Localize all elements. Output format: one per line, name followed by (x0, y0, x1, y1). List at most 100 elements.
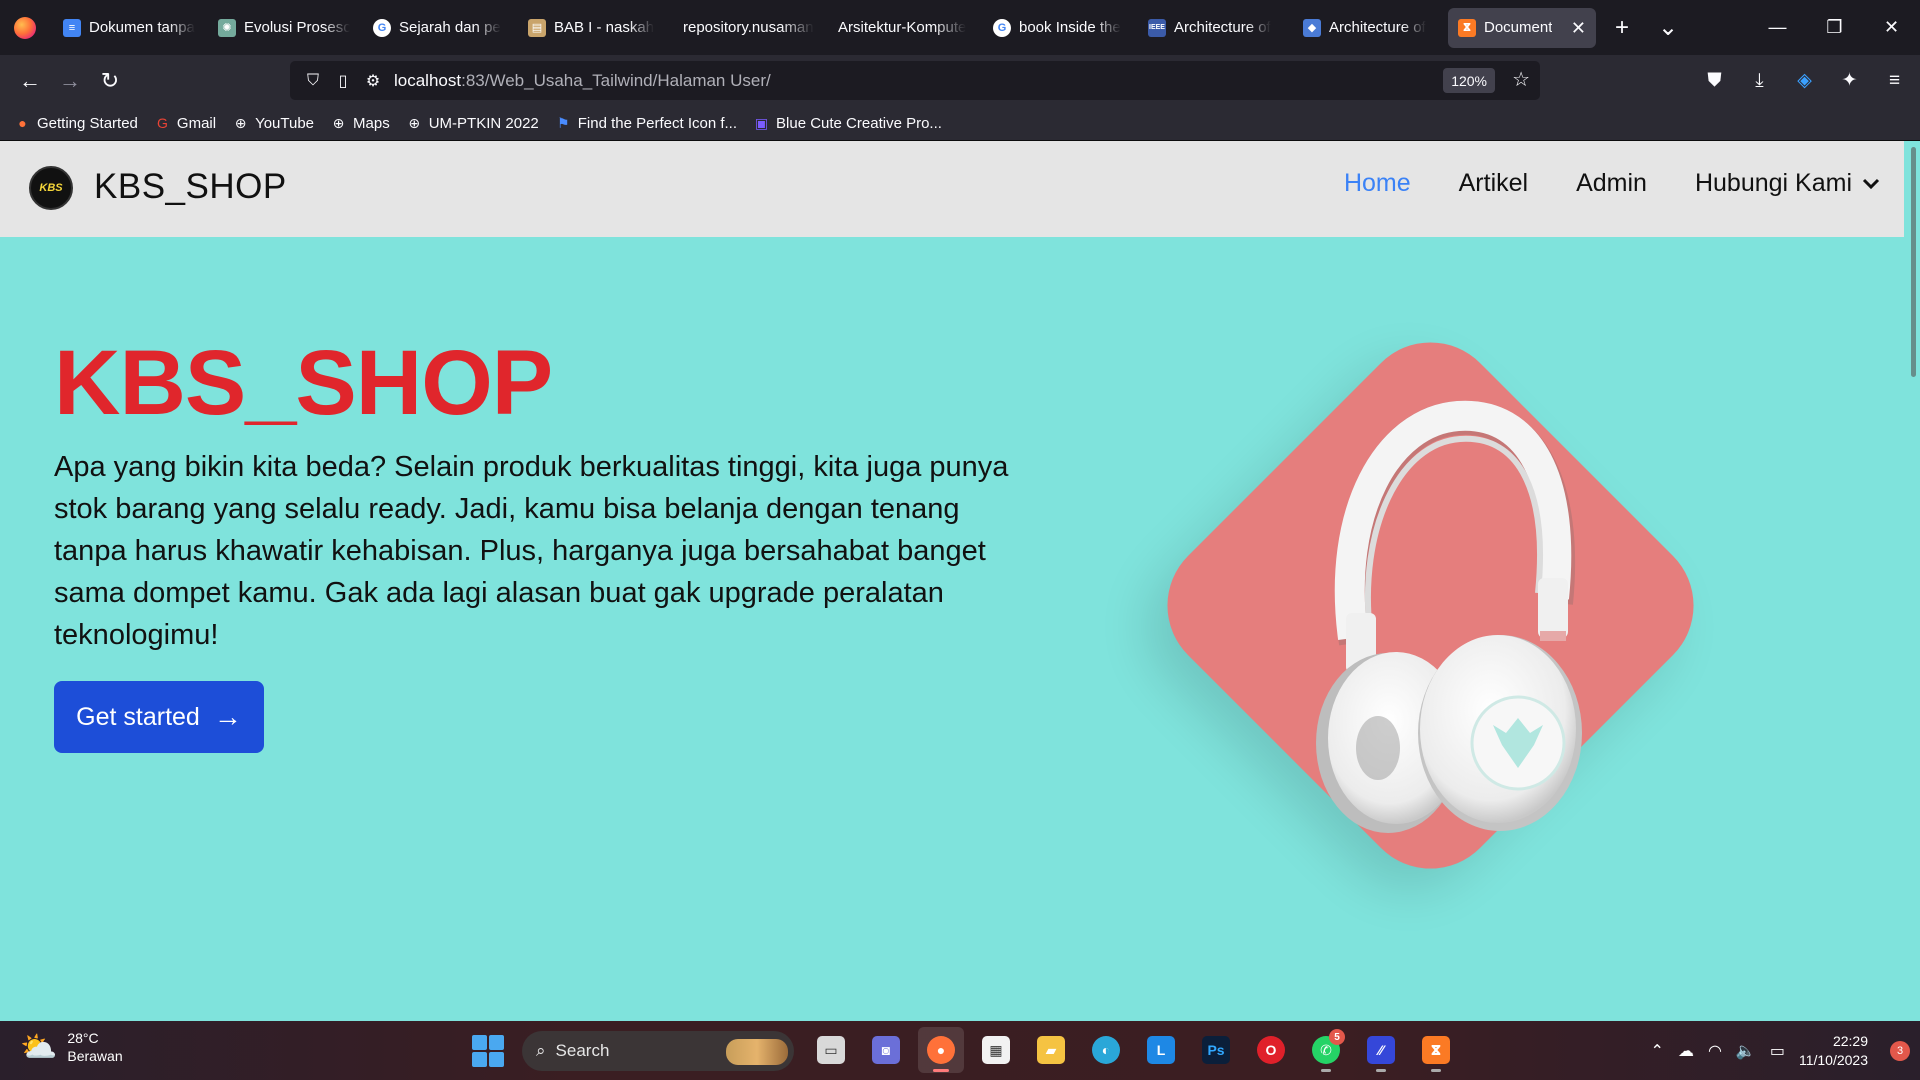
pen-app-app[interactable]: ⁄⁄ (1358, 1027, 1404, 1073)
pen-app-icon: ⁄⁄ (1367, 1036, 1395, 1064)
downloads-icon[interactable]: ⤓ (1742, 63, 1777, 98)
weather-temp: 28°C (67, 1030, 99, 1046)
tab-5[interactable]: Arsitektur-Kompute (828, 8, 980, 48)
diamond-site-icon: ◆ (1303, 18, 1321, 37)
microsoft-store-app[interactable]: ▦ (973, 1027, 1019, 1073)
file-explorer-app[interactable]: ▰ (1028, 1027, 1074, 1073)
tab-6[interactable]: Gbook Inside the (983, 8, 1135, 48)
list-all-tabs-button[interactable]: ⌄ (1648, 8, 1688, 48)
get-started-label: Get started (76, 702, 200, 731)
hamburger-menu-icon[interactable]: ≡ (1877, 63, 1912, 98)
minimize-icon[interactable]: — (1749, 0, 1806, 55)
tab-8[interactable]: ◆ Architecture of (1293, 8, 1445, 48)
xampp-app[interactable]: ⴵ (1413, 1027, 1459, 1073)
taskbar-search[interactable]: ⌕ Search (522, 1031, 794, 1071)
tab-title: Document (1484, 19, 1553, 36)
nav-admin[interactable]: Admin (1576, 169, 1647, 198)
close-tab-icon[interactable]: ✕ (1571, 18, 1586, 39)
bookmark-2[interactable]: ⊕ YouTube (232, 115, 314, 132)
tab-4[interactable]: repository.nusaman (673, 8, 825, 48)
google-icon: G (373, 18, 391, 37)
google-icon: G (993, 18, 1011, 37)
browser-toolbar: ← → ↻ ⛉ ▯ ⚙ localhost:83/Web_Usaha_Tailw… (0, 55, 1920, 106)
tab-title: Sejarah dan pe (399, 19, 501, 36)
teams-meet-app[interactable]: ◙ (863, 1027, 909, 1073)
opera-app[interactable]: O (1248, 1027, 1294, 1073)
onedrive-cloud-icon[interactable]: ☁ (1678, 1041, 1694, 1061)
tab-active[interactable]: ⴵ Document ✕ (1448, 7, 1596, 48)
google-icon: G (156, 115, 168, 131)
wifi-icon[interactable]: ◠ (1708, 1041, 1722, 1061)
url-host: localhost (394, 70, 462, 90)
xampp-icon: ⴵ (1458, 18, 1476, 37)
site-header: KBS KBS_SHOP Home Artikel Admin Hubungi … (0, 141, 1904, 237)
bookmark-4[interactable]: ⊕ UM-PTKIN 2022 (406, 115, 538, 132)
running-indicator (933, 1069, 949, 1072)
whatsapp-app[interactable]: ✆ 5 (1303, 1027, 1349, 1073)
launcher-l-app[interactable]: L (1138, 1027, 1184, 1073)
zoom-indicator[interactable]: 120% (1443, 68, 1495, 93)
clock[interactable]: 22:29 11/10/2023 (1799, 1032, 1868, 1070)
brand-name[interactable]: KBS_SHOP (94, 167, 287, 207)
photoshop-app[interactable]: Ps (1193, 1027, 1239, 1073)
tab-3[interactable]: ▤ BAB I - naskah (518, 8, 670, 48)
tab-0[interactable]: ≡ Dokumen tanpa (53, 8, 205, 48)
firefox-menu-icon[interactable] (0, 0, 50, 55)
tab-title: Architecture of (1174, 19, 1271, 36)
volume-icon[interactable]: 🔈 (1736, 1041, 1756, 1061)
weather-widget[interactable]: ⛅ 28°C Berawan (20, 1029, 123, 1065)
google-docs-icon: ≡ (63, 18, 81, 37)
bookmark-5[interactable]: ⚑ Find the Perfect Icon f... (555, 115, 737, 132)
nav-hubungi-label: Hubungi Kami (1694, 169, 1852, 197)
nav-artikel[interactable]: Artikel (1459, 169, 1528, 198)
address-bar[interactable]: ⛉ ▯ ⚙ localhost:83/Web_Usaha_Tailwind/Ha… (290, 61, 1540, 100)
bookmark-1[interactable]: G Gmail (154, 115, 216, 132)
bookmark-star-icon[interactable]: ☆ (1512, 67, 1530, 92)
reload-icon[interactable]: ↻ (92, 63, 128, 99)
windows-start-icon[interactable] (472, 1035, 504, 1067)
close-window-icon[interactable]: ✕ (1863, 0, 1920, 55)
tab-title: repository.nusaman (683, 19, 814, 36)
shield-icon[interactable]: ⛉ (298, 72, 328, 90)
edge-app[interactable]: ◐ (1083, 1027, 1129, 1073)
site-logo[interactable]: KBS (29, 166, 73, 210)
get-started-button[interactable]: Get started → (54, 681, 264, 753)
tab-title: Arsitektur-Kompute (838, 19, 967, 36)
bookmark-6[interactable]: ▣ Blue Cute Creative Pro... (753, 115, 942, 132)
chevron-down-icon (1862, 178, 1880, 189)
search-icon: ⌕ (536, 1041, 546, 1060)
notification-badge[interactable]: 3 (1890, 1040, 1910, 1061)
tab-2[interactable]: G Sejarah dan pe (363, 8, 515, 48)
hero-description: Apa yang bikin kita beda? Selain produk … (54, 451, 1009, 651)
extensions-icon[interactable]: ✦ (1832, 63, 1867, 98)
back-icon[interactable]: ← (12, 63, 48, 99)
bookmark-3[interactable]: ⊕ Maps (330, 115, 390, 132)
forward-icon[interactable]: → (52, 63, 88, 99)
ieee-icon: IEEE (1148, 18, 1166, 37)
battery-icon[interactable]: ▭ (1770, 1041, 1785, 1061)
tab-1[interactable]: ✺ Evolusi Proseso (208, 8, 360, 48)
edge-icon: ◐ (1092, 1036, 1120, 1064)
url-path: :83/Web_Usaha_Tailwind/Halaman User/ (461, 70, 771, 90)
task-view-app[interactable]: ▭ (808, 1027, 854, 1073)
restore-icon[interactable]: ❐ (1806, 0, 1863, 55)
bookmark-label: Blue Cute Creative Pro... (776, 114, 942, 132)
scrollbar-thumb[interactable] (1911, 147, 1916, 377)
bookmark-0[interactable]: ● Getting Started (14, 115, 138, 132)
nav-home[interactable]: Home (1344, 169, 1411, 198)
clock-date: 11/10/2023 (1798, 1051, 1868, 1068)
pinned-apps: ▭ ◙ ● ▦ ▰ ◐ L Ps O ✆ 5 ⁄⁄ ⴵ (808, 1027, 1459, 1073)
extension-translate-icon[interactable]: ◈ (1787, 63, 1822, 98)
pocket-icon[interactable]: ⛊ (1697, 63, 1732, 98)
new-tab-button[interactable]: + (1602, 8, 1642, 48)
search-label: Search (555, 1041, 610, 1060)
tab-7[interactable]: IEEE Architecture of (1138, 8, 1290, 48)
firefox-app[interactable]: ● (918, 1027, 964, 1073)
chevron-up-icon[interactable]: ⌃ (1651, 1041, 1664, 1061)
page-scrollbar[interactable] (1904, 141, 1920, 1021)
main-nav: Home Artikel Admin Hubungi Kami (1344, 169, 1880, 198)
permissions-icon[interactable]: ⚙ (358, 71, 388, 91)
nav-hubungi-kami[interactable]: Hubungi Kami (1695, 169, 1880, 198)
tab-title: BAB I - naskah (554, 19, 655, 36)
url-text[interactable]: localhost:83/Web_Usaha_Tailwind/Halaman … (394, 71, 771, 91)
